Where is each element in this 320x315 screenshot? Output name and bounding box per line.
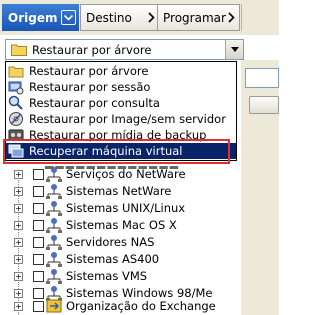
tree-item-label: Serviços do NetWare <box>66 167 186 181</box>
image-serverless-icon <box>9 112 23 126</box>
checkbox[interactable] <box>33 271 44 282</box>
tree-item[interactable]: + Servidores NAS <box>0 234 279 251</box>
tab-programar[interactable]: Programar <box>157 4 240 31</box>
dropdown-item-query[interactable]: Restaurar por consulta <box>6 95 236 111</box>
tree-item-label: Sistemas UNIX/Linux <box>66 201 186 215</box>
tree-item-label: Sistemas Mac OS X <box>66 218 177 232</box>
network-icon <box>46 184 62 199</box>
tab-origem[interactable]: Origem <box>2 4 79 31</box>
dropdown-item-label: Restaurar por árvore <box>29 64 149 78</box>
checkbox[interactable] <box>33 237 44 248</box>
expand-icon[interactable]: + <box>14 187 23 196</box>
expand-icon[interactable]: + <box>14 221 23 230</box>
chevron-down-icon[interactable] <box>61 10 76 25</box>
exchange-icon <box>46 299 62 313</box>
tree-item-label: Servidores NAS <box>66 235 155 249</box>
checkbox[interactable] <box>33 203 44 214</box>
tree-item[interactable]: + Serviços do NetWare <box>0 166 279 183</box>
checkbox[interactable] <box>33 301 44 312</box>
tab-destino[interactable]: Destino <box>80 4 160 31</box>
highlight-frame <box>3 139 230 164</box>
checkbox[interactable] <box>33 220 44 231</box>
dropdown-item-image-serverless[interactable]: Restaurar por Image/sem servidor <box>6 111 236 127</box>
restore-method-combo[interactable]: Restaurar por árvore <box>5 39 244 60</box>
expand-icon[interactable]: + <box>14 272 23 281</box>
expand-icon[interactable]: + <box>14 204 23 213</box>
expand-icon[interactable]: + <box>14 255 23 264</box>
tree-item-label: Sistemas NetWare <box>66 184 172 198</box>
network-icon <box>46 235 62 250</box>
network-icon <box>46 201 62 216</box>
tree-item-label: Sistemas VMS <box>66 269 148 283</box>
network-icon <box>46 218 62 233</box>
chevron-right-icon <box>148 12 155 23</box>
dropdown-item-label: Restaurar por Image/sem servidor <box>29 112 226 126</box>
tree-item[interactable]: + Sistemas AS400 <box>0 251 279 268</box>
tree-item[interactable]: + Sistemas VMS <box>0 268 279 285</box>
side-button[interactable] <box>249 96 279 114</box>
expand-icon[interactable]: + <box>14 302 23 311</box>
expand-icon[interactable]: + <box>14 238 23 247</box>
checkbox[interactable] <box>33 169 44 180</box>
dropdown-item-label: Restaurar por consulta <box>29 96 160 110</box>
session-icon <box>8 81 24 95</box>
tab-destino-label: Destino <box>86 10 132 25</box>
network-icon <box>46 252 62 267</box>
folder-icon <box>11 44 27 56</box>
tree-item[interactable]: + Sistemas UNIX/Linux <box>0 200 279 217</box>
network-icon <box>46 167 62 182</box>
query-icon <box>8 95 23 110</box>
combo-dropdown-button[interactable] <box>225 40 243 59</box>
dropdown-item-session[interactable]: Restaurar por sessão <box>6 79 236 95</box>
tree-item-label: Sistemas AS400 <box>66 252 160 266</box>
tree-item-label: Organização do Exchange <box>66 299 216 313</box>
dropdown-item-tree[interactable]: Restaurar por árvore <box>6 63 236 79</box>
tab-origem-label: Origem <box>8 10 58 25</box>
tab-programar-label: Programar <box>163 10 226 25</box>
tree-item[interactable]: + Sistemas Mac OS X <box>0 217 279 234</box>
expand-icon[interactable]: + <box>14 170 23 179</box>
checkbox[interactable] <box>33 254 44 265</box>
side-field[interactable] <box>245 68 279 88</box>
checkbox[interactable] <box>33 186 44 197</box>
chevron-right-icon <box>228 12 235 23</box>
expand-icon[interactable]: + <box>14 289 23 298</box>
dropdown-item-label: Restaurar por sessão <box>29 80 151 94</box>
folder-icon <box>8 66 24 78</box>
tab-strip: Origem Destino Programar <box>0 0 279 35</box>
tree-item[interactable]: + Organização do Exchange <box>0 298 279 315</box>
restore-method-value: Restaurar por árvore <box>32 42 152 57</box>
chevron-down-icon <box>230 47 239 52</box>
tree-item[interactable]: + Sistemas NetWare <box>0 183 279 200</box>
tab-scroll-area <box>241 4 279 31</box>
network-icon <box>46 269 62 284</box>
